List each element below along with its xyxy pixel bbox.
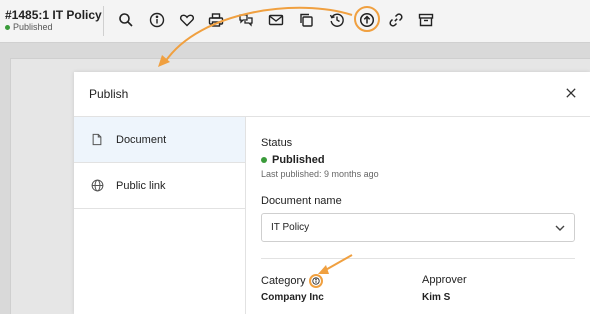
status-value: Published [261, 154, 325, 166]
section-divider [261, 258, 575, 259]
approver-value: Kim S [422, 292, 451, 303]
nav-item-label: Document [116, 133, 167, 146]
category-label-text: Category [261, 275, 306, 287]
document-icon [90, 133, 104, 147]
chevron-down-icon [554, 222, 566, 234]
comments-icon[interactable] [236, 10, 256, 30]
nav-item-public-link[interactable]: Public link [74, 163, 245, 209]
status-dot [261, 157, 267, 163]
document-status: Published [5, 22, 53, 32]
last-published: Last published: 9 months ago [261, 169, 379, 179]
category-value: Company Inc [261, 292, 324, 303]
globe-icon [90, 179, 104, 193]
status-value-text: Published [272, 154, 325, 166]
info-icon[interactable] [147, 10, 167, 30]
status-dot [5, 24, 10, 30]
modal-side-nav: Document Public link [74, 117, 246, 314]
modal-title: Publish [89, 87, 129, 101]
heart-icon[interactable] [177, 10, 197, 30]
approver-label: Approver [422, 274, 467, 286]
print-icon[interactable] [206, 10, 226, 30]
search-icon[interactable] [116, 10, 136, 30]
history-icon[interactable] [327, 10, 347, 30]
nav-item-label: Public link [116, 179, 166, 192]
copy-icon[interactable] [296, 10, 316, 30]
toolbar-divider [103, 6, 104, 36]
category-info-icon[interactable] [308, 274, 323, 288]
nav-item-document[interactable]: Document [74, 117, 245, 163]
status-label: Status [261, 137, 293, 149]
document-name-value: IT Policy [271, 222, 310, 233]
link-icon[interactable] [386, 10, 406, 30]
publish-icon[interactable] [357, 10, 377, 30]
document-title: #1485:1 IT Policy [5, 8, 102, 22]
archive-icon[interactable] [416, 10, 436, 30]
document-name-label: Document name [261, 195, 342, 207]
modal-header: Publish [74, 72, 590, 117]
document-status-label: Published [13, 22, 53, 32]
close-icon[interactable] [564, 86, 578, 100]
document-name-select[interactable]: IT Policy [261, 213, 575, 242]
document-toolbar: #1485:1 IT Policy Published [0, 0, 590, 43]
publish-modal: Publish Document Public link Status Publ… [74, 72, 590, 314]
mail-icon[interactable] [266, 10, 286, 30]
category-label: Category [261, 274, 323, 288]
publish-content: Status Published Last published: 9 month… [260, 117, 578, 314]
